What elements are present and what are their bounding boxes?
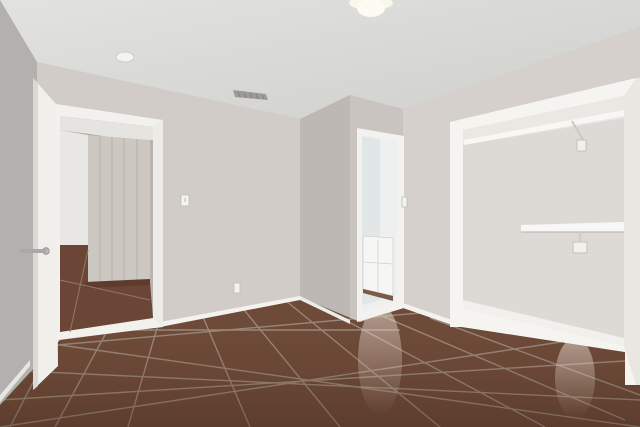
left-wall: [0, 0, 37, 420]
recess-wall-left: [300, 95, 350, 322]
bathroom-doorway: [357, 128, 404, 322]
room-illustration: [0, 0, 640, 427]
light-switch-icon[interactable]: [401, 196, 408, 208]
smoke-detector-icon: [115, 51, 135, 63]
hallway-doorway: [56, 104, 163, 340]
floor-reflection: [358, 305, 402, 415]
floor-reflection: [555, 338, 595, 418]
light-switch-icon[interactable]: [180, 194, 190, 207]
outlet-icon: [233, 282, 241, 294]
bedroom-scene: [0, 0, 640, 427]
